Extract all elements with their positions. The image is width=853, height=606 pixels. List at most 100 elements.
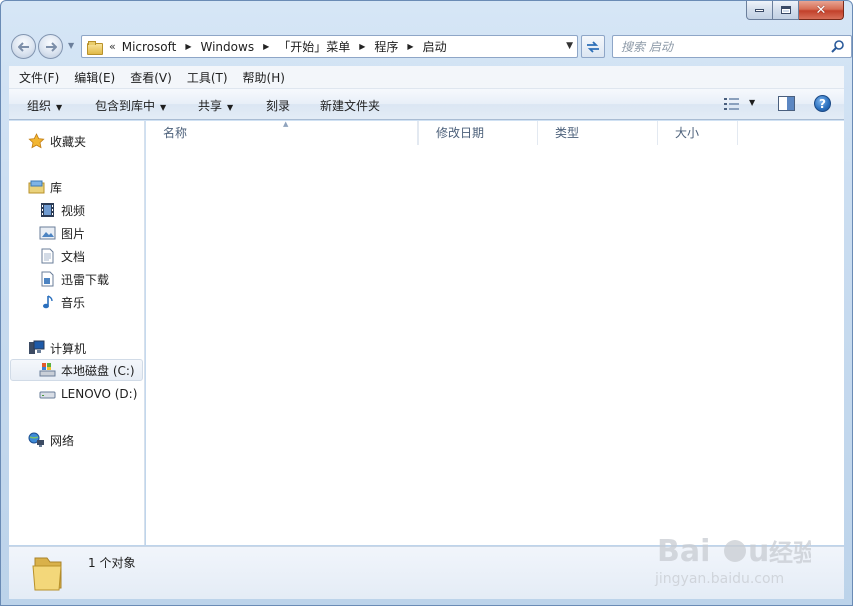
nav-label: 网络 bbox=[50, 433, 75, 448]
library-icon bbox=[28, 179, 45, 195]
maximize-button[interactable] bbox=[773, 1, 799, 20]
burn-label: 刻录 bbox=[266, 99, 291, 113]
nav-item-libraries[interactable]: 库 bbox=[28, 176, 62, 198]
breadcrumb-overflow[interactable]: « bbox=[109, 40, 116, 53]
organize-label: 组织 bbox=[27, 99, 52, 113]
nav-item-music[interactable]: 音乐 bbox=[39, 291, 85, 313]
nav-item-videos[interactable]: 视频 bbox=[39, 199, 85, 221]
organize-button[interactable]: 组织 ▼ bbox=[27, 97, 62, 114]
recent-pages-chevron-down-icon[interactable]: ▼ bbox=[68, 41, 74, 50]
nav-label: 本地磁盘 (C:) bbox=[61, 363, 135, 378]
computer-icon bbox=[28, 340, 45, 356]
nav-item-favorites[interactable]: 收藏夹 bbox=[28, 130, 86, 152]
nav-label: 视频 bbox=[61, 203, 86, 218]
baidu-watermark-logo: Bai u 经验 jingyan.baidu.com bbox=[654, 534, 811, 587]
navigation-bar: ▼ « Microsoft ▶ Windows ▶ 「开始」菜单 ▶ 程序 ▶ … bbox=[9, 31, 852, 61]
svg-text:Bai: Bai bbox=[657, 534, 710, 569]
new-folder-button[interactable]: 新建文件夹 bbox=[320, 97, 380, 114]
burn-button[interactable]: 刻录 bbox=[266, 97, 290, 114]
star-icon bbox=[28, 133, 45, 149]
new-folder-label: 新建文件夹 bbox=[320, 99, 381, 113]
nav-item-documents[interactable]: 文档 bbox=[39, 245, 85, 267]
menu-edit[interactable]: 编辑(E) bbox=[69, 69, 120, 86]
view-options-chevron-down-icon[interactable]: ▼ bbox=[749, 98, 755, 107]
share-button[interactable]: 共享 ▼ bbox=[198, 97, 233, 114]
chevron-down-icon: ▼ bbox=[56, 103, 63, 112]
folder-icon bbox=[87, 40, 103, 55]
file-list[interactable]: ▲ 名称 修改日期 类型 大小 bbox=[146, 120, 844, 545]
svg-text:经验: 经验 bbox=[769, 539, 811, 567]
menu-help[interactable]: 帮助(H) bbox=[238, 69, 290, 86]
music-note-icon bbox=[39, 294, 56, 310]
breadcrumb-item[interactable]: 「开始」菜单 bbox=[278, 38, 350, 55]
search-box[interactable] bbox=[612, 35, 852, 58]
nav-label: 计算机 bbox=[50, 341, 87, 356]
help-icon[interactable]: ? bbox=[814, 95, 831, 112]
column-header-date-modified[interactable]: 修改日期 bbox=[418, 121, 538, 145]
nav-item-local-disk-c[interactable]: 本地磁盘 (C:) bbox=[10, 359, 143, 381]
breadcrumb-separator-icon[interactable]: ▶ bbox=[263, 42, 269, 51]
nav-label: LENOVO (D:) bbox=[61, 387, 138, 401]
include-in-library-label: 包含到库中 bbox=[95, 99, 156, 113]
breadcrumb-item[interactable]: 程序 bbox=[374, 38, 398, 55]
share-label: 共享 bbox=[198, 99, 223, 113]
breadcrumb-item[interactable]: Windows bbox=[201, 40, 255, 54]
view-options-icon[interactable] bbox=[724, 97, 740, 111]
hard-drive-icon bbox=[39, 386, 56, 402]
nav-item-lenovo-d[interactable]: LENOVO (D:) bbox=[39, 383, 137, 405]
refresh-icon bbox=[587, 40, 599, 53]
column-header-type[interactable]: 类型 bbox=[538, 121, 658, 145]
maximize-icon bbox=[780, 6, 791, 14]
svg-text:u: u bbox=[748, 534, 769, 569]
nav-item-thunder-downloads[interactable]: 迅雷下载 bbox=[39, 268, 109, 290]
breadcrumb-item[interactable]: Microsoft bbox=[122, 40, 177, 54]
windows-drive-icon bbox=[39, 362, 56, 378]
nav-label: 迅雷下载 bbox=[61, 272, 110, 287]
picture-icon bbox=[39, 225, 56, 241]
chevron-down-icon: ▼ bbox=[227, 103, 234, 112]
menu-view[interactable]: 查看(V) bbox=[125, 69, 177, 86]
breadcrumb-item[interactable]: 启动 bbox=[423, 38, 447, 55]
back-button[interactable] bbox=[11, 34, 36, 59]
forward-button[interactable] bbox=[38, 34, 63, 59]
menu-file[interactable]: 文件(F) bbox=[14, 69, 64, 86]
document-icon bbox=[39, 248, 56, 264]
folder-icon bbox=[32, 557, 62, 591]
breadcrumb-separator-icon[interactable]: ▶ bbox=[359, 42, 365, 51]
back-arrow-icon bbox=[17, 41, 29, 52]
network-icon bbox=[28, 432, 45, 448]
nav-item-network[interactable]: 网络 bbox=[28, 429, 74, 451]
breadcrumb-separator-icon[interactable]: ▶ bbox=[185, 42, 191, 51]
close-icon: ✕ bbox=[815, 2, 827, 18]
explorer-window: ✕ ▼ « Microsoft ▶ Windows ▶ 「开始」菜单 ▶ 程序 … bbox=[0, 0, 853, 606]
menu-tools[interactable]: 工具(T) bbox=[182, 69, 233, 86]
nav-label: 库 bbox=[50, 180, 63, 195]
command-bar: 组织 ▼ 包含到库中 ▼ 共享 ▼ 刻录 新建文件夹 ▼ ? bbox=[9, 89, 844, 120]
navigation-pane: 收藏夹 库 视频 图片 文档 迅雷下载 音乐 计算机 本地磁盘 (C:) LEN… bbox=[9, 121, 145, 545]
close-button[interactable]: ✕ bbox=[799, 1, 844, 20]
nav-label: 收藏夹 bbox=[50, 134, 87, 149]
svg-text:jingyan.baidu.com: jingyan.baidu.com bbox=[654, 571, 784, 587]
refresh-button[interactable] bbox=[581, 35, 605, 58]
menu-bar: 文件(F) 编辑(E) 查看(V) 工具(T) 帮助(H) bbox=[9, 66, 844, 89]
forward-arrow-icon bbox=[45, 41, 57, 52]
preview-pane-icon[interactable] bbox=[778, 96, 795, 111]
search-input[interactable] bbox=[621, 39, 821, 55]
nav-label: 文档 bbox=[61, 249, 86, 264]
nav-item-computer[interactable]: 计算机 bbox=[28, 337, 86, 359]
address-history-chevron-down-icon[interactable]: ▼ bbox=[566, 41, 573, 51]
breadcrumb-separator-icon[interactable]: ▶ bbox=[407, 42, 413, 51]
video-icon bbox=[39, 202, 56, 218]
download-icon bbox=[39, 271, 56, 287]
include-in-library-button[interactable]: 包含到库中 ▼ bbox=[95, 97, 166, 114]
window-controls: ✕ bbox=[746, 1, 844, 20]
nav-item-pictures[interactable]: 图片 bbox=[39, 222, 85, 244]
minimize-button[interactable] bbox=[746, 1, 773, 20]
chevron-down-icon: ▼ bbox=[160, 103, 167, 112]
nav-label: 图片 bbox=[61, 226, 86, 241]
nav-label: 音乐 bbox=[61, 295, 86, 310]
search-icon[interactable] bbox=[831, 39, 845, 53]
column-header-size[interactable]: 大小 bbox=[658, 121, 738, 145]
address-bar[interactable]: « Microsoft ▶ Windows ▶ 「开始」菜单 ▶ 程序 ▶ 启动… bbox=[81, 35, 578, 58]
column-header-name[interactable]: 名称 bbox=[146, 121, 418, 145]
